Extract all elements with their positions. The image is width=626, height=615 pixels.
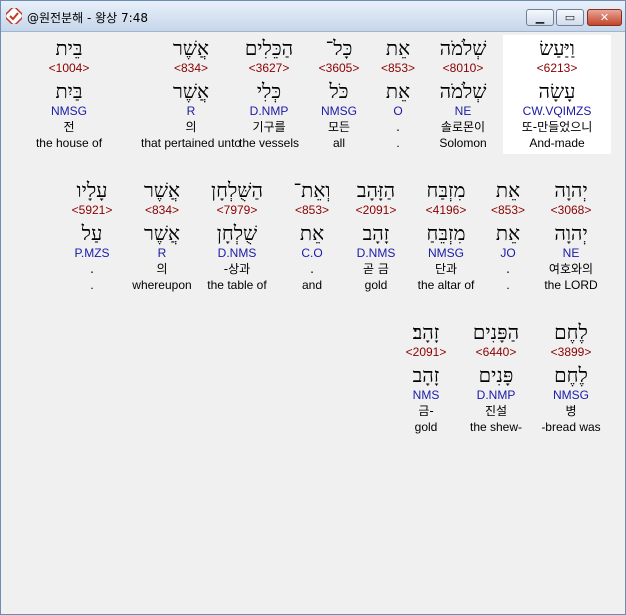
morph-code: CW.VQIMZS — [522, 104, 592, 118]
window-title: @원전분해 - 왕상 7:48 — [27, 11, 148, 25]
strong-number: <834> — [173, 61, 209, 75]
maximize-icon: ▭ — [564, 11, 576, 24]
analysis-content: וַיַּעַשׂ <6213> עָשָׂה CW.VQIMZS 또-만들었으니 And… — [5, 33, 621, 611]
lemma-word: עַל — [81, 221, 103, 245]
lemma-word: אֲשֶׁר — [173, 79, 209, 103]
korean-gloss: 의 — [185, 120, 197, 134]
maximize-button[interactable]: ▭ — [556, 9, 584, 26]
strong-number: <1004> — [48, 61, 90, 75]
word-column[interactable]: זָהָב׃ <2091> זָהָב NMS 금-gold — [376, 319, 476, 434]
korean-gloss: 금- — [418, 404, 434, 418]
minimize-icon: ▁ — [535, 11, 545, 24]
word-column[interactable]: אֲשֶׁר <834> אֲשֶׁר R 의 that pertained unto — [141, 35, 241, 150]
lemma-word: עָשָׂה — [538, 79, 576, 103]
strong-number: <6213> — [536, 61, 578, 75]
word-column[interactable]: בֵּית <1004> בַּיִת NMSG 전 the house of — [19, 35, 119, 150]
lemma-word: זָהָב — [412, 363, 440, 387]
title-bar[interactable]: @원전분해 - 왕상 7:48 ▁ ▭ ✕ — [1, 1, 625, 32]
strong-number: <2091> — [405, 345, 447, 359]
word-column[interactable]: וַיַּעַשׂ <6213> עָשָׂה CW.VQIMZS 또-만들었으니 And… — [503, 35, 611, 154]
english-gloss: And-made — [529, 136, 585, 150]
lemma-word: בַּיִת — [55, 79, 83, 103]
morph-code: NMSG — [51, 104, 87, 118]
hebrew-word: זָהָב׃ — [412, 320, 440, 344]
close-button[interactable]: ✕ — [587, 9, 622, 26]
minimize-button[interactable]: ▁ — [526, 9, 554, 26]
morph-code: NMS — [412, 388, 440, 402]
hebrew-word: אֲשֶׁר — [173, 36, 209, 60]
english-gloss: the house of — [35, 136, 103, 150]
hebrew-word: בֵּית — [55, 36, 83, 60]
english-gloss: gold — [414, 420, 438, 434]
english-gloss: . — [90, 278, 94, 292]
app-window: @원전분해 - 왕상 7:48 ▁ ▭ ✕ וַיַּעַשׂ <6213> עָש… — [0, 0, 626, 615]
korean-gloss: 전 — [63, 120, 75, 134]
korean-gloss: . — [90, 262, 94, 276]
close-icon: ✕ — [599, 11, 610, 24]
korean-gloss: 또-만들었으니 — [521, 120, 593, 134]
strong-number: <5921> — [71, 203, 113, 217]
app-check-icon — [6, 8, 22, 24]
morph-code: R — [186, 104, 196, 118]
english-gloss: that pertained unto — [141, 136, 242, 150]
morph-code: P.MZS — [74, 246, 110, 260]
hebrew-word: עָלָיו — [76, 178, 108, 202]
word-column[interactable]: עָלָיו <5921> עַל P.MZS.. — [42, 177, 142, 292]
hebrew-word: וַיַּעַשׂ — [539, 36, 575, 60]
